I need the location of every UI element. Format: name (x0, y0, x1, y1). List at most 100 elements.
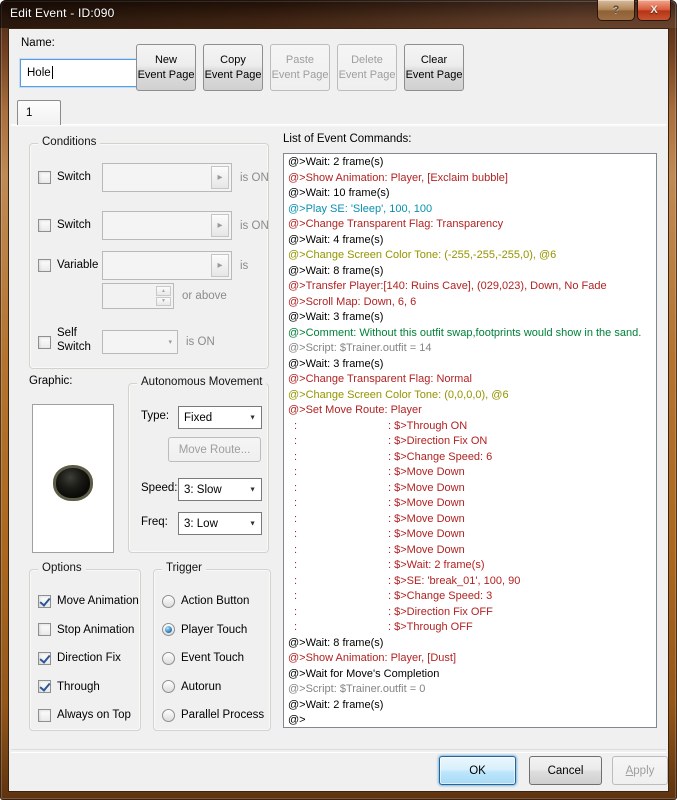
variable-value-spinner[interactable]: ▲ ▼ (102, 283, 174, 309)
clear-event-page-button[interactable]: Clear Event Page (404, 44, 464, 91)
ok-button[interactable]: OK (439, 756, 516, 785)
event-command-line[interactable]: @>Wait: 8 frame(s) (288, 264, 656, 280)
event-command-line[interactable]: @>Show Animation: Player, [Exclaim bubbl… (288, 171, 656, 187)
event-command-line[interactable]: @>Set Move Route: Player (288, 403, 656, 419)
variable-value-suffix: or above (182, 290, 227, 302)
switch2-label: Switch (57, 219, 91, 231)
close-button[interactable]: X (637, 0, 671, 21)
text-caret (52, 66, 53, 79)
variable-checkbox[interactable] (38, 259, 51, 272)
trigger-row-player-touch: Player Touch (162, 623, 268, 637)
event-command-line[interactable]: @>Show Animation: Player, [Dust] (288, 651, 656, 667)
event-command-line[interactable]: : $>Move Down (288, 543, 656, 559)
paste-event-page-button[interactable]: Paste Event Page (270, 44, 330, 91)
checkbox-stop-animation[interactable] (38, 623, 51, 636)
event-command-line[interactable]: @>Wait: 3 frame(s) (288, 357, 656, 373)
event-command-line[interactable]: @>Wait: 3 frame(s) (288, 310, 656, 326)
event-command-line[interactable]: @>Wait: 4 frame(s) (288, 233, 656, 249)
event-command-line[interactable]: @> (288, 713, 656, 728)
graphic-selector[interactable] (32, 404, 114, 553)
event-command-line[interactable]: : $>Direction Fix OFF (288, 605, 656, 621)
radio-action-button[interactable] (162, 595, 175, 608)
event-commands-list[interactable]: @>Wait: 2 frame(s)@>Show Animation: Play… (283, 153, 657, 728)
event-command-line[interactable]: @>Play SE: 'Sleep', 100, 100 (288, 202, 656, 218)
event-command-line[interactable]: : $>Wait: 2 frame(s) (288, 558, 656, 574)
event-command-line[interactable]: : $>Move Down (288, 481, 656, 497)
radio-autorun[interactable] (162, 680, 175, 693)
radio-parallel-process[interactable] (162, 709, 175, 722)
self-switch-checkbox[interactable] (38, 336, 51, 349)
event-command-line[interactable]: @>Change Transparent Flag: Normal (288, 372, 656, 388)
radio-player-touch[interactable] (162, 623, 175, 636)
checkbox-always-on-top[interactable] (38, 709, 51, 722)
spin-down-icon[interactable]: ▼ (156, 297, 171, 307)
label-through: Through (57, 681, 100, 693)
tab-page-1[interactable]: 1 (17, 100, 61, 125)
event-command-line[interactable]: : $>Move Down (288, 496, 656, 512)
event-command-line[interactable]: @>Script: $Trainer.outfit = 14 (288, 341, 656, 357)
option-row-always-on-top: Always on Top (38, 708, 138, 722)
self-switch-select[interactable]: ▾ (102, 330, 178, 354)
event-command-line[interactable]: @>Wait: 2 frame(s) (288, 155, 656, 171)
event-command-line[interactable]: : $>Move Down (288, 465, 656, 481)
variable-select[interactable]: ▸ (102, 251, 232, 280)
switch2-checkbox[interactable] (38, 219, 51, 232)
autonomous-movement-title: Autonomous Movement (137, 376, 266, 388)
movement-freq-select[interactable]: 3: Low ▼ (178, 512, 262, 535)
trigger-row-parallel-process: Parallel Process (162, 708, 268, 722)
apply-button[interactable]: Apply (612, 756, 668, 785)
event-command-line[interactable]: @>Change Screen Color Tone: (-255,-255,-… (288, 248, 656, 264)
type-label: Type: (141, 410, 169, 422)
help-button[interactable]: ? (597, 0, 635, 21)
move-route-button[interactable]: Move Route... (168, 437, 261, 462)
switch2-select[interactable]: ▸ (102, 211, 232, 240)
event-command-line[interactable]: @>Scroll Map: Down, 6, 6 (288, 295, 656, 311)
speed-label: Speed: (141, 482, 177, 494)
copy-event-page-button[interactable]: Copy Event Page (203, 44, 263, 91)
event-command-line[interactable]: @>Script: $Trainer.outfit = 0 (288, 682, 656, 698)
options-group: Options Move AnimationStop AnimationDire… (29, 569, 141, 731)
autonomous-movement-group: Autonomous Movement Type: Fixed ▼ Move R… (128, 383, 269, 553)
options-title: Options (38, 562, 86, 574)
event-command-line[interactable]: @>Wait for Move's Completion (288, 667, 656, 683)
delete-event-page-button[interactable]: Delete Event Page (337, 44, 397, 91)
checkbox-move-animation[interactable] (38, 595, 51, 608)
event-command-line[interactable]: : $>SE: 'break_01', 100, 90 (288, 574, 656, 590)
event-command-line[interactable]: : $>Through ON (288, 419, 656, 435)
event-command-line[interactable]: : $>Move Down (288, 512, 656, 528)
spin-up-icon[interactable]: ▲ (156, 286, 171, 296)
checkbox-through[interactable] (38, 680, 51, 693)
cancel-button[interactable]: Cancel (529, 756, 602, 785)
switch1-checkbox[interactable] (38, 171, 51, 184)
checkbox-direction-fix[interactable] (38, 652, 51, 665)
switch1-select[interactable]: ▸ (102, 163, 232, 192)
event-command-line[interactable]: @>Change Transparent Flag: Transparency (288, 217, 656, 233)
movement-type-select[interactable]: Fixed ▼ (178, 406, 262, 429)
trigger-row-event-touch: Event Touch (162, 651, 268, 665)
event-command-line[interactable]: : $>Direction Fix ON (288, 434, 656, 450)
event-command-line[interactable]: : $>Change Speed: 3 (288, 589, 656, 605)
event-command-line[interactable]: : $>Move Down (288, 527, 656, 543)
trigger-row-autorun: Autorun (162, 680, 268, 694)
event-command-line[interactable]: @>Wait: 2 frame(s) (288, 698, 656, 714)
switch1-suffix: is ON (240, 172, 269, 184)
event-command-line[interactable]: @>Wait: 8 frame(s) (288, 636, 656, 652)
radio-event-touch[interactable] (162, 652, 175, 665)
event-command-line[interactable]: @>Comment: Without this outfit swap,foot… (288, 326, 656, 342)
event-command-line[interactable]: @>Change Screen Color Tone: (0,0,0,0), @… (288, 388, 656, 404)
label-move-animation: Move Animation (57, 595, 139, 607)
event-command-line[interactable]: @>Wait: 10 frame(s) (288, 186, 656, 202)
event-name-input[interactable]: Hole (20, 59, 150, 87)
titlebar[interactable]: Edit Event - ID:090 ? X (0, 0, 677, 28)
event-name-value: Hole (27, 67, 51, 79)
name-label: Name: (21, 37, 55, 49)
option-row-through: Through (38, 680, 138, 694)
event-command-line[interactable]: : $>Through OFF (288, 620, 656, 636)
event-command-line[interactable]: : $>Change Speed: 6 (288, 450, 656, 466)
chevron-down-icon: ▼ (249, 486, 256, 493)
movement-speed-select[interactable]: 3: Slow ▼ (178, 478, 262, 501)
event-command-line[interactable]: @>Transfer Player:[140: Ruins Cave], (02… (288, 279, 656, 295)
picker-arrow-icon: ▸ (211, 254, 229, 277)
option-row-move-animation: Move Animation (38, 594, 138, 608)
new-event-page-button[interactable]: New Event Page (136, 44, 196, 91)
